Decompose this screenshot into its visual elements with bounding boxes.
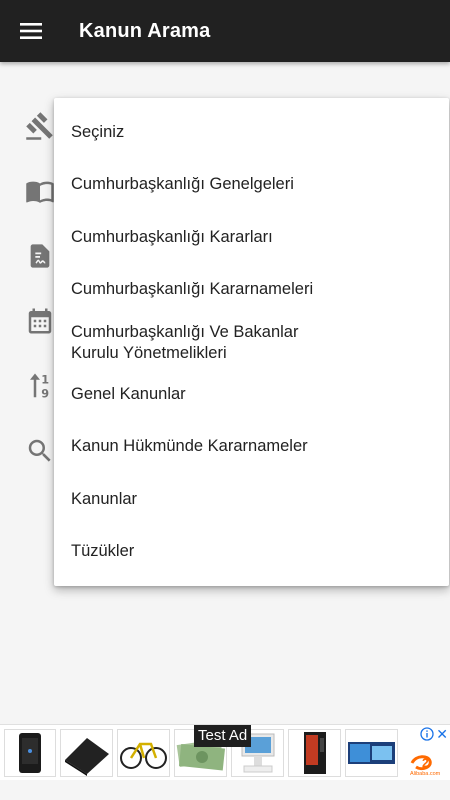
info-icon[interactable] <box>420 727 434 746</box>
ad-product-gaming-mat[interactable] <box>345 729 398 777</box>
svg-text:1: 1 <box>41 374 49 387</box>
bottom-strip <box>0 780 450 800</box>
ad-banner[interactable]: Test Ad ✕ 2 Alibaba.com <box>0 724 450 781</box>
ad-product-phone[interactable] <box>4 729 56 777</box>
dropdown-option-kararlar[interactable]: Cumhurbaşkanlığı Kararları <box>54 215 449 259</box>
ad-product-mat[interactable] <box>60 729 113 777</box>
dropdown-option-khk[interactable]: Kanun Hükmünde Kararnameler <box>54 424 449 468</box>
app-bar: Kanun Arama <box>0 0 450 62</box>
close-icon[interactable]: ✕ <box>436 726 448 743</box>
alibaba-logo: 2 Alibaba.com <box>406 751 446 777</box>
category-dropdown-list: Seçiniz Cumhurbaşkanlığı Genelgeleri Cum… <box>54 98 449 586</box>
ad-product-bicycle[interactable] <box>117 729 170 777</box>
dropdown-option-seciniz[interactable]: Seçiniz <box>54 110 449 154</box>
ad-product-vending-machine[interactable] <box>288 729 341 777</box>
dropdown-option-genel-kanunlar[interactable]: Genel Kanunlar <box>54 372 449 416</box>
test-ad-label: Test Ad <box>194 725 252 747</box>
dropdown-option-yonetmelikler[interactable]: Cumhurbaşkanlığı Ve Bakanlar Kurulu Yöne… <box>54 319 364 367</box>
dropdown-option-tuzukler[interactable]: Tüzükler <box>54 529 449 573</box>
dropdown-option-kanunlar[interactable]: Kanunlar <box>54 477 449 521</box>
svg-text:9: 9 <box>41 387 49 400</box>
dropdown-option-genelgeler[interactable]: Cumhurbaşkanlığı Genelgeleri <box>54 162 449 206</box>
dropdown-option-kararnameler[interactable]: Cumhurbaşkanlığı Kararnameleri <box>54 267 449 311</box>
svg-text:2: 2 <box>422 756 429 770</box>
svg-text:Alibaba.com: Alibaba.com <box>410 771 441 777</box>
menu-button[interactable] <box>0 0 62 62</box>
hamburger-menu-icon <box>20 23 42 39</box>
app-title: Kanun Arama <box>79 19 211 42</box>
